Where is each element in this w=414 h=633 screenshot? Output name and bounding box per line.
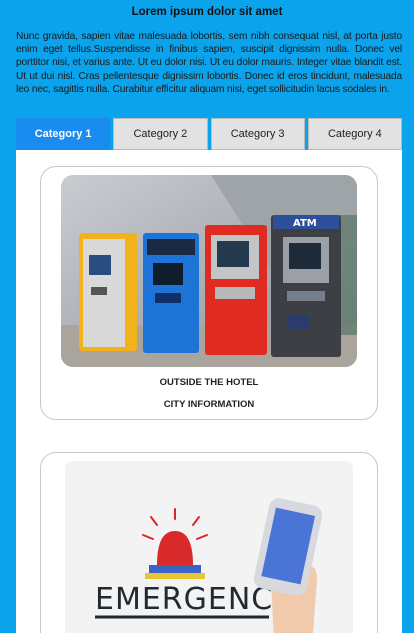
tab-category-1[interactable]: Category 1	[16, 118, 111, 150]
card-line-outside-hotel: OUTSIDE THE HOTEL	[159, 377, 259, 388]
card-line-city-information: CITY INFORMATION	[163, 399, 255, 410]
atm-machines-image: ATM	[61, 175, 357, 367]
intro-paragraph: Nunc gravida, sapien vitae malesuada lob…	[16, 31, 402, 95]
tab-category-4[interactable]: Category 4	[307, 118, 402, 150]
info-card-outside-hotel[interactable]: ATM OUTSIDE THE HOTEL CITY INFORMATION	[40, 166, 378, 420]
tab-category-3[interactable]: Category 3	[210, 118, 305, 150]
category-tabs: Category 1 Category 2 Category 3 Categor…	[16, 118, 402, 150]
tab-category-2[interactable]: Category 2	[113, 118, 208, 150]
emergency-phone-image: EMERGENCY	[65, 461, 353, 633]
info-card-emergency[interactable]: EMERGENCY	[40, 452, 378, 633]
tab-panel: ATM OUTSIDE THE HOTEL CITY INFORMATION E…	[16, 150, 402, 633]
page-title: Lorem ipsum dolor sit amet	[131, 6, 283, 18]
svg-text:ATM: ATM	[293, 218, 317, 229]
